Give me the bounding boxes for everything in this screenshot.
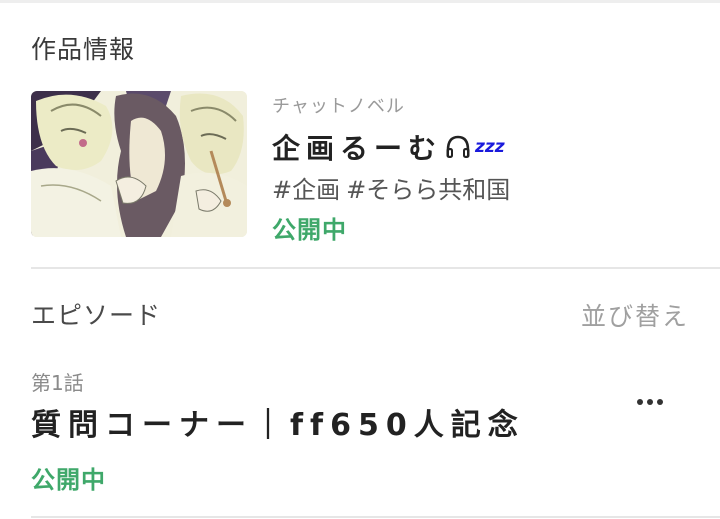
sort-button[interactable]: 並び替え [581,297,689,333]
more-icon-dot [657,399,663,405]
tag-link[interactable]: #そらら共和国 [346,176,510,204]
work-title[interactable]: 企画るーむ [272,127,442,167]
top-divider [0,0,720,3]
episode-status-badge: 公開中 [31,466,106,494]
headphone-icon [444,133,472,161]
episodes-heading: エピソード [31,301,162,330]
more-icon-dot [647,399,653,405]
more-icon-dot [637,399,643,405]
work-tags: #企画 #そらら共和国 [272,170,516,205]
work-status-badge: 公開中 [272,216,347,244]
sleep-zzz-icon: zzz [475,137,505,157]
work-title-row[interactable]: 企画るーむ zzz [272,127,505,167]
section-divider [31,267,720,269]
episode-number: 第1話 [31,371,84,395]
page: 作品情報 チャットノベル 企画るーむ zzz #企画 #そらら共和国 公開中 エ… [0,0,720,519]
tag-link[interactable]: #企画 [272,176,340,204]
more-options-button[interactable] [630,390,670,414]
episode-title[interactable]: 質問コーナー｜ff650人記念 [31,400,525,444]
work-info-heading: 作品情報 [31,35,136,64]
episode-divider [31,516,720,518]
cover-image[interactable] [31,91,247,237]
work-category: チャットノベル [272,96,405,117]
